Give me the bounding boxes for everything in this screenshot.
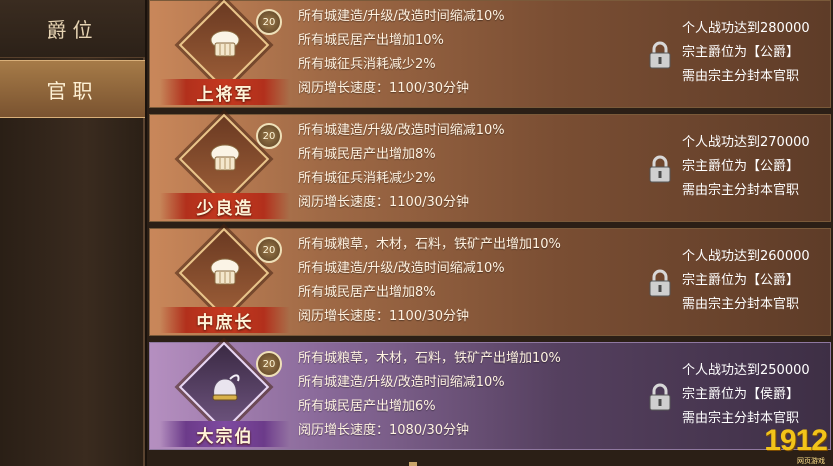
rank-requirements: 个人战功达到280000 宗主爵位为【公爵】 需由宗主分封本官职 — [682, 17, 832, 89]
effect-line: 所有城民居产出增加8% — [298, 285, 436, 300]
effect-line: 阅历增长速度：1100/30分钟 — [298, 195, 470, 210]
level-badge: 20 — [256, 9, 282, 35]
rank-title: 上将军 — [160, 79, 290, 105]
lock-icon — [649, 383, 671, 411]
rank-emblem: 20 少良造 — [160, 113, 290, 219]
rank-list: 20 上将军 所有城建造/升级/改造时间缩减10% 所有城民居产出增加10% 所… — [147, 0, 833, 466]
rank-row-dazongbo[interactable]: 20 大宗伯 所有城粮草，木材，石料，铁矿产出增加10% 所有城建造/升级/改造… — [149, 341, 832, 450]
rank-effects: 所有城粮草，木材，石料，铁矿产出增加10% 所有城建造/升级/改造时间缩减10%… — [298, 347, 628, 443]
requirement-line: 宗主爵位为【公爵】 — [682, 45, 800, 60]
rank-row-shaoliangzao[interactable]: 20 少良造 所有城建造/升级/改造时间缩减10% 所有城民居产出增加8% 所有… — [149, 113, 832, 222]
effect-line: 所有城民居产出增加6% — [298, 399, 436, 414]
lock-icon — [649, 41, 671, 69]
rank-row-zhongshuzhang[interactable]: 20 中庶长 所有城粮草，木材，石料，铁矿产出增加10% 所有城建造/升级/改造… — [149, 227, 832, 336]
requirement-line: 宗主爵位为【侯爵】 — [682, 387, 800, 402]
rank-row-general[interactable]: 20 上将军 所有城建造/升级/改造时间缩减10% 所有城民居产出增加10% 所… — [149, 0, 831, 108]
tab-nobility[interactable]: 爵位 — [0, 0, 145, 58]
requirement-line: 需由宗主分封本官职 — [682, 69, 800, 84]
rank-emblem: 20 中庶长 — [160, 227, 290, 333]
effect-line: 阅历增长速度：1080/30分钟 — [298, 423, 470, 438]
effect-line: 所有城民居产出增加10% — [298, 33, 444, 48]
rank-title: 大宗伯 — [160, 421, 290, 447]
effect-line: 所有城建造/升级/改造时间缩减10% — [298, 261, 505, 276]
sidebar: 爵位 官职 — [0, 0, 145, 466]
requirement-line: 需由宗主分封本官职 — [682, 183, 800, 198]
effect-line: 所有城粮草，木材，石料，铁矿产出增加10% — [298, 351, 561, 366]
rank-title: 少良造 — [160, 193, 290, 219]
rank-requirements: 个人战功达到250000 宗主爵位为【侯爵】 需由宗主分封本官职 — [682, 359, 832, 431]
feather-hat-icon — [212, 374, 240, 401]
rank-emblem: 20 大宗伯 — [160, 341, 290, 447]
requirement-line: 个人战功达到280000 — [682, 21, 810, 36]
site-watermark: 1912 网页游戏 — [764, 424, 828, 465]
level-badge: 20 — [256, 351, 282, 377]
effect-line: 所有城粮草，木材，石料，铁矿产出增加10% — [298, 237, 561, 252]
rank-title: 中庶长 — [160, 307, 290, 333]
tab-official-post[interactable]: 官职 — [0, 60, 145, 118]
effect-line: 所有城建造/升级/改造时间缩减10% — [298, 123, 505, 138]
scroll-indicator[interactable] — [409, 462, 417, 466]
effect-line: 阅历增长速度：1100/30分钟 — [298, 81, 470, 96]
requirement-line: 个人战功达到250000 — [682, 363, 810, 378]
lock-icon — [649, 269, 671, 297]
effect-line: 阅历增长速度：1100/30分钟 — [298, 309, 470, 324]
effect-line: 所有城建造/升级/改造时间缩减10% — [298, 9, 505, 24]
rank-effects: 所有城粮草，木材，石料，铁矿产出增加10% 所有城建造/升级/改造时间缩减10%… — [298, 233, 628, 329]
rank-emblem: 20 上将军 — [160, 0, 290, 105]
effect-line: 所有城民居产出增加8% — [298, 147, 436, 162]
effect-line: 所有城征兵消耗减少2% — [298, 57, 436, 72]
chef-hat-icon — [210, 258, 240, 285]
chef-hat-icon — [210, 144, 240, 171]
rank-effects: 所有城建造/升级/改造时间缩减10% 所有城民居产出增加10% 所有城征兵消耗减… — [298, 5, 628, 101]
level-badge: 20 — [256, 123, 282, 149]
requirement-line: 宗主爵位为【公爵】 — [682, 273, 800, 288]
lock-icon — [649, 155, 671, 183]
chef-hat-icon — [210, 30, 240, 57]
rank-requirements: 个人战功达到260000 宗主爵位为【公爵】 需由宗主分封本官职 — [682, 245, 832, 317]
effect-line: 所有城征兵消耗减少2% — [298, 171, 436, 186]
watermark-number: 1912 — [764, 424, 828, 457]
rank-effects: 所有城建造/升级/改造时间缩减10% 所有城民居产出增加8% 所有城征兵消耗减少… — [298, 119, 628, 215]
requirement-line: 个人战功达到260000 — [682, 249, 810, 264]
watermark-sub: 网页游戏 — [797, 457, 825, 465]
effect-line: 所有城建造/升级/改造时间缩减10% — [298, 375, 505, 390]
level-badge: 20 — [256, 237, 282, 263]
rank-requirements: 个人战功达到270000 宗主爵位为【公爵】 需由宗主分封本官职 — [682, 131, 832, 203]
requirement-line: 需由宗主分封本官职 — [682, 297, 800, 312]
requirement-line: 个人战功达到270000 — [682, 135, 810, 150]
requirement-line: 宗主爵位为【公爵】 — [682, 159, 800, 174]
